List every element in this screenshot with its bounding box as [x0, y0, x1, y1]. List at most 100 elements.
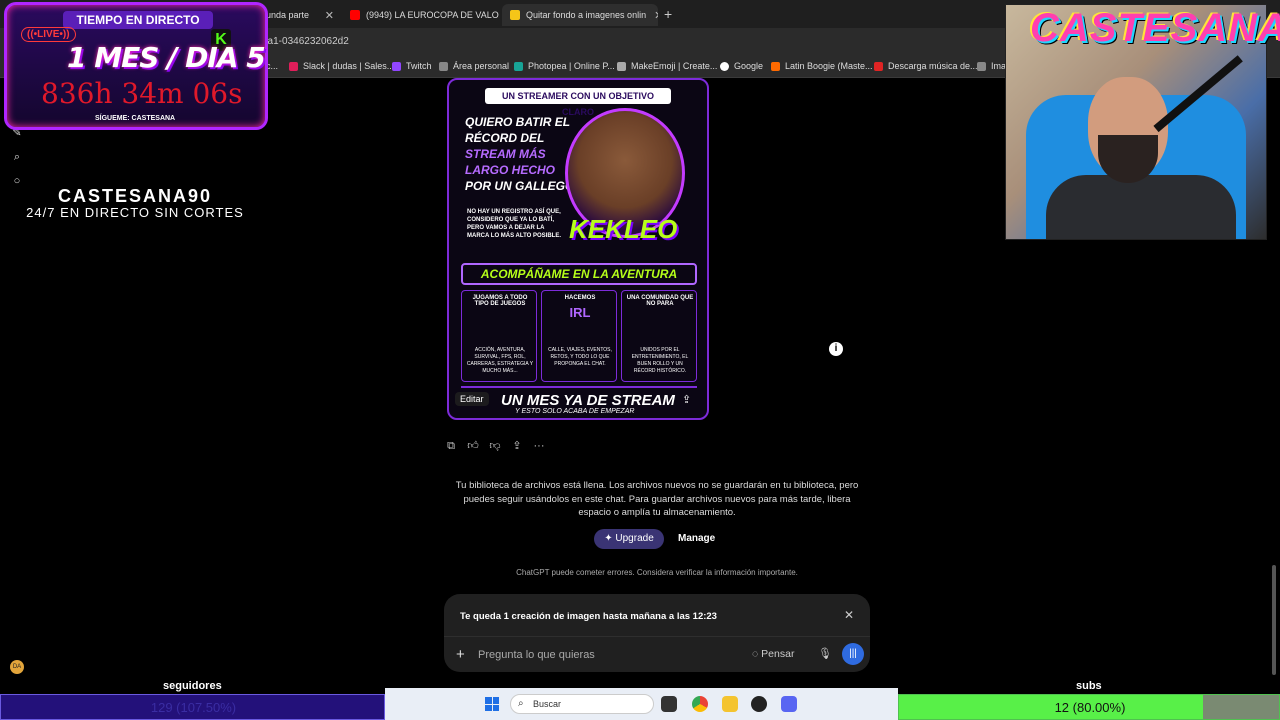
- poster-column-community: UNA COMUNIDAD QUE NO PARA UNIDOS POR EL …: [621, 290, 697, 382]
- webcam-body: [1046, 175, 1236, 239]
- close-tab-icon[interactable]: ✕: [317, 9, 334, 22]
- channel-logo: CASTESANA: [1030, 6, 1280, 50]
- taskbar-search-label: Buscar: [533, 699, 562, 709]
- folder-icon[interactable]: [722, 696, 738, 712]
- bookmark-google[interactable]: Google: [720, 61, 763, 71]
- column-title: UNA COMUNIDAD QUE NO PARA: [626, 295, 694, 307]
- timer-header: TIEMPO EN DIRECTO: [63, 11, 213, 29]
- poster-line: STREAM MÁS: [465, 147, 546, 161]
- taskbar-search[interactable]: ⌕ Buscar: [510, 694, 654, 714]
- thumbs-down-icon[interactable]: 👎︎: [488, 439, 502, 453]
- more-icon[interactable]: ···: [532, 439, 546, 453]
- discord-icon[interactable]: [781, 696, 797, 712]
- browser-tab[interactable]: unda parte ✕: [258, 4, 342, 26]
- browser-tab-active[interactable]: Quitar fondo a imagenes onlin ✕: [502, 4, 658, 26]
- stream-timer-overlay: TIEMPO EN DIRECTO ((•LIVE•)) K 1 MES / D…: [4, 2, 268, 130]
- followers-goal-text: 129 (107.50%): [150, 700, 237, 715]
- poster-line: QUIERO BATIR EL: [465, 115, 571, 129]
- browser-tab[interactable]: (9949) LA EUROCOPA DE VALO ✕: [342, 4, 502, 26]
- tab-label: unda parte: [266, 10, 310, 20]
- file-explorer-taskbar-icon[interactable]: [661, 696, 677, 712]
- url-field[interactable]: 4a1-0346232062d2: [262, 36, 349, 47]
- close-tab-icon[interactable]: ✕: [646, 9, 658, 22]
- bookmark-photopea[interactable]: Photopea | Online P...: [514, 61, 615, 71]
- subs-goal-text: 12 (80.00%): [1054, 700, 1126, 715]
- bookmark-ima[interactable]: Ima: [977, 61, 1006, 71]
- edit-image-button[interactable]: Editar: [455, 392, 489, 406]
- bookmark-slack[interactable]: Slack | dudas | Sales...: [289, 61, 394, 71]
- poster-bottom-title: UN MES YA DE STREAM: [501, 392, 675, 409]
- follow-text: SÍGUEME: CASTESANA: [95, 115, 176, 122]
- channel-name: CASTESANA90: [57, 186, 213, 206]
- close-icon[interactable]: ✕: [844, 608, 854, 622]
- generated-image[interactable]: UN STREAMER CON UN OBJETIVO CLARO QUIERO…: [447, 78, 709, 420]
- music-icon: [771, 61, 780, 71]
- youtube-icon: [350, 10, 360, 20]
- twitch-icon: [392, 61, 401, 71]
- response-actions: ⧉ 👍︎ 👎︎ ⇪ ···: [444, 439, 546, 453]
- bookmark-twitch[interactable]: Twitch: [392, 61, 432, 71]
- search-icon[interactable]: ⌕: [11, 151, 23, 163]
- windows-start-icon[interactable]: [485, 697, 499, 711]
- divider: [444, 636, 870, 637]
- tab-label: (9949) LA EUROCOPA DE VALO: [366, 10, 499, 20]
- composer: Te queda 1 creación de imagen hasta maña…: [444, 594, 870, 672]
- poster-line: LARGO HECHO: [465, 163, 555, 177]
- poster-line: POR UN GALLEGO: [465, 179, 575, 193]
- bookmark-label: Área personal: [453, 61, 510, 71]
- microphone-icon[interactable]: 🎙︎: [818, 647, 832, 660]
- prompt-input[interactable]: [478, 649, 738, 661]
- upgrade-button[interactable]: ✦ Upgrade: [594, 529, 664, 549]
- thumbs-up-icon[interactable]: 👍︎: [466, 439, 480, 453]
- cat-icon: [617, 61, 626, 71]
- manage-button[interactable]: Manage: [678, 533, 715, 544]
- share-icon[interactable]: ⇪: [682, 393, 691, 406]
- chrome-icon[interactable]: [692, 696, 708, 712]
- bookmark-descarga[interactable]: Descarga música de...: [874, 61, 978, 71]
- channel-tagline: 24/7 EN DIRECTO SIN CORTES: [26, 205, 244, 220]
- followers-goal-bar: 129 (107.50%): [0, 694, 385, 720]
- plus-icon[interactable]: +: [456, 646, 465, 663]
- bookmark-label: Ima: [991, 61, 1007, 71]
- copy-icon[interactable]: ⧉: [444, 439, 458, 453]
- poster-join-banner: ACOMPÁÑAME EN LA AVENTURA: [461, 263, 697, 285]
- site-icon: [977, 61, 986, 71]
- poster-brand: KEKLEO: [569, 214, 678, 244]
- column-big: IRL: [569, 305, 591, 320]
- bookmark-area-personal[interactable]: Área personal: [439, 61, 509, 71]
- elapsed-time: 836h 34m 06s: [41, 77, 243, 110]
- poster-column-irl: HACEMOS IRL CALLE, VIAJES, EVENTOS, RETO…: [541, 290, 617, 382]
- live-badge: ((•LIVE•)): [21, 27, 76, 42]
- new-tab-button[interactable]: +: [664, 6, 672, 22]
- think-button[interactable]: ◌ Pensar: [752, 648, 794, 660]
- disclaimer: ChatGPT puede cometer errores. Considera…: [516, 568, 798, 577]
- think-label: Pensar: [761, 648, 795, 660]
- voice-mode-icon[interactable]: |||: [842, 643, 864, 665]
- photopea-icon: [514, 61, 523, 71]
- poster-bottom-sub: Y ESTO SOLO ACABA DE EMPEZAR: [515, 408, 635, 415]
- bookmark-label: Photopea | Online P...: [528, 61, 615, 71]
- month-day-counter: 1 MES / DIA 5: [67, 41, 266, 74]
- bookmark-label: Google: [734, 61, 764, 71]
- share-icon[interactable]: ⇪: [510, 439, 524, 453]
- windows-taskbar: ⌕ Buscar: [385, 688, 898, 720]
- bookmark-label: Slack | dudas | Sales...: [303, 61, 395, 71]
- poster-record-text: QUIERO BATIR EL RÉCORD DEL STREAM MÁS LA…: [465, 114, 575, 194]
- followers-goal-label: seguidores: [163, 680, 222, 692]
- bookmark-latin-boogie[interactable]: Latin Boogie (Maste...: [771, 61, 873, 71]
- slack-icon: [289, 61, 298, 71]
- tab-label: Quitar fondo a imagenes onlin: [526, 10, 647, 20]
- bookmark-makeemoji[interactable]: MakeEmoji | Create...: [617, 61, 717, 71]
- column-desc: CALLE, VIAJES, EVENTOS, RETOS, Y TODO LO…: [548, 347, 612, 367]
- poster-bottom-banner: UN MES YA DE STREAM Y ESTO SOLO ACABA DE…: [461, 386, 697, 415]
- obs-icon[interactable]: [751, 696, 767, 712]
- bookmark-label: Descarga música de...: [888, 61, 978, 71]
- search-icon: ⌕: [518, 698, 524, 709]
- subs-goal-bar: 12 (80.00%): [898, 694, 1280, 720]
- info-icon[interactable]: i: [829, 342, 843, 356]
- account-badge[interactable]: DA: [10, 660, 24, 674]
- poster-line: RÉCORD DEL: [465, 131, 545, 145]
- scrollbar[interactable]: [1272, 565, 1276, 675]
- bookmark-label: Twitch: [406, 61, 432, 71]
- bookmark-label: Latin Boogie (Maste...: [785, 61, 873, 71]
